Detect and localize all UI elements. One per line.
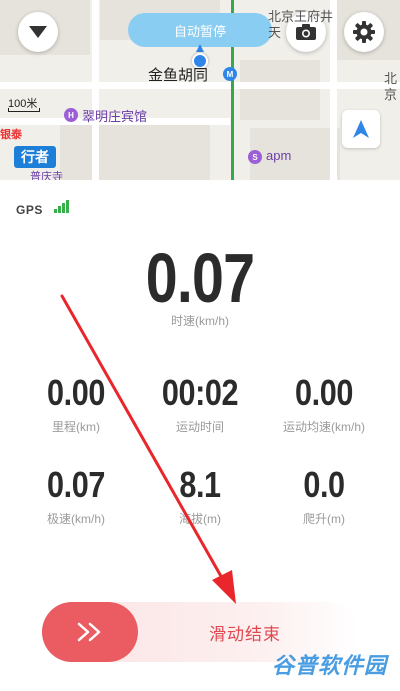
map-block	[60, 125, 210, 180]
double-chevron-right-icon	[77, 622, 101, 642]
auto-pause-button[interactable]: 自动暂停	[128, 13, 272, 47]
map-label-tian: 天	[268, 25, 282, 40]
map-scale-bar	[8, 108, 40, 112]
stat-avg-speed: 0.00 运动均速(km/h)	[264, 372, 384, 435]
stat-distance: 0.00 里程(km)	[16, 372, 136, 435]
walker-badge-label: 行者	[21, 149, 49, 165]
stat-max-speed: 0.07 极速(km/h)	[16, 464, 136, 527]
slide-to-end-handle[interactable]	[42, 602, 138, 662]
stat-label: 运动时间	[175, 420, 224, 434]
stat-duration: 00:02 运动时间	[140, 372, 260, 435]
auto-pause-label: 自动暂停	[173, 23, 226, 39]
stat-label: 里程(km)	[52, 420, 100, 434]
walker-badge: 行者	[14, 146, 56, 168]
heading-arrow-icon	[196, 44, 204, 52]
map-label-putong: 普庆寺	[30, 171, 63, 180]
current-speed-label: 时速(km/h)	[171, 314, 229, 328]
map-road	[330, 0, 337, 180]
stat-label: 爬升(m)	[303, 512, 345, 526]
map-brand-logo: 银泰	[0, 129, 22, 141]
map-block	[250, 128, 340, 180]
metro-icon: M	[223, 67, 237, 81]
stat-climb: 0.0 爬升(m)	[264, 464, 384, 527]
gear-icon	[353, 21, 375, 43]
chevron-down-icon	[29, 26, 47, 38]
stat-label: 海拔(m)	[179, 512, 221, 526]
stat-value: 0.00	[47, 372, 105, 413]
stat-label: 极速(km/h)	[47, 512, 105, 526]
gps-signal-icon	[54, 200, 70, 213]
recenter-button[interactable]	[342, 110, 380, 148]
map-view[interactable]: 自动暂停 北京王府井 天 北 京 金鱼胡同 M H 翠明庄宾馆 S apm 普庆…	[0, 0, 400, 180]
stat-label: 运动均速(km/h)	[283, 420, 365, 434]
hotel-icon: H	[64, 108, 78, 122]
stat-value: 0.0	[303, 464, 345, 505]
current-speed-value: 0.07	[145, 239, 255, 317]
stat-value: 8.1	[179, 464, 221, 505]
map-label-jing: 京	[384, 87, 398, 102]
stat-value: 0.07	[47, 464, 105, 505]
stat-value: 00:02	[161, 372, 239, 413]
navigation-arrow-icon	[353, 120, 369, 138]
watermark-logo: 谷普软件园	[272, 653, 388, 678]
map-label-hotel: 翠明庄宾馆	[82, 109, 148, 124]
stat-altitude: 8.1 海拔(m)	[140, 464, 260, 527]
settings-button[interactable]	[344, 12, 384, 52]
map-block	[240, 60, 320, 120]
map-label-apm: apm	[266, 148, 292, 163]
shop-icon: S	[248, 150, 262, 164]
map-road	[92, 0, 99, 180]
camera-icon	[296, 24, 316, 40]
dropdown-button[interactable]	[18, 12, 58, 52]
gps-label: GPS	[16, 203, 43, 217]
stat-value: 0.00	[295, 372, 353, 413]
map-label-hutong: 金鱼胡同	[148, 67, 209, 84]
